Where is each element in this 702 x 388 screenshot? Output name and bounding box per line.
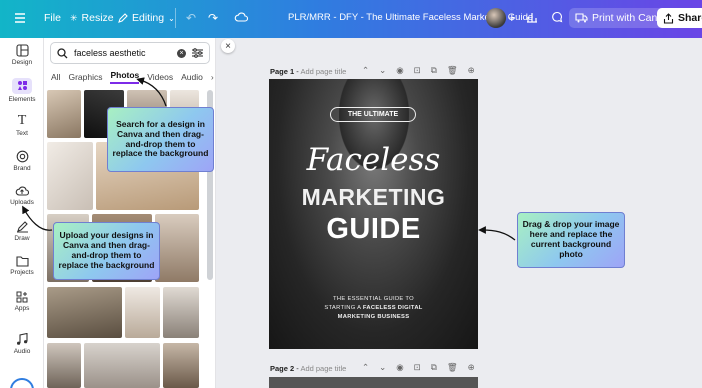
- annotation-arrows: [22, 77, 516, 241]
- arrow-to-uploads: [22, 205, 53, 231]
- arrow-to-search-tab: [136, 77, 167, 107]
- arrow-to-canvas: [478, 226, 516, 241]
